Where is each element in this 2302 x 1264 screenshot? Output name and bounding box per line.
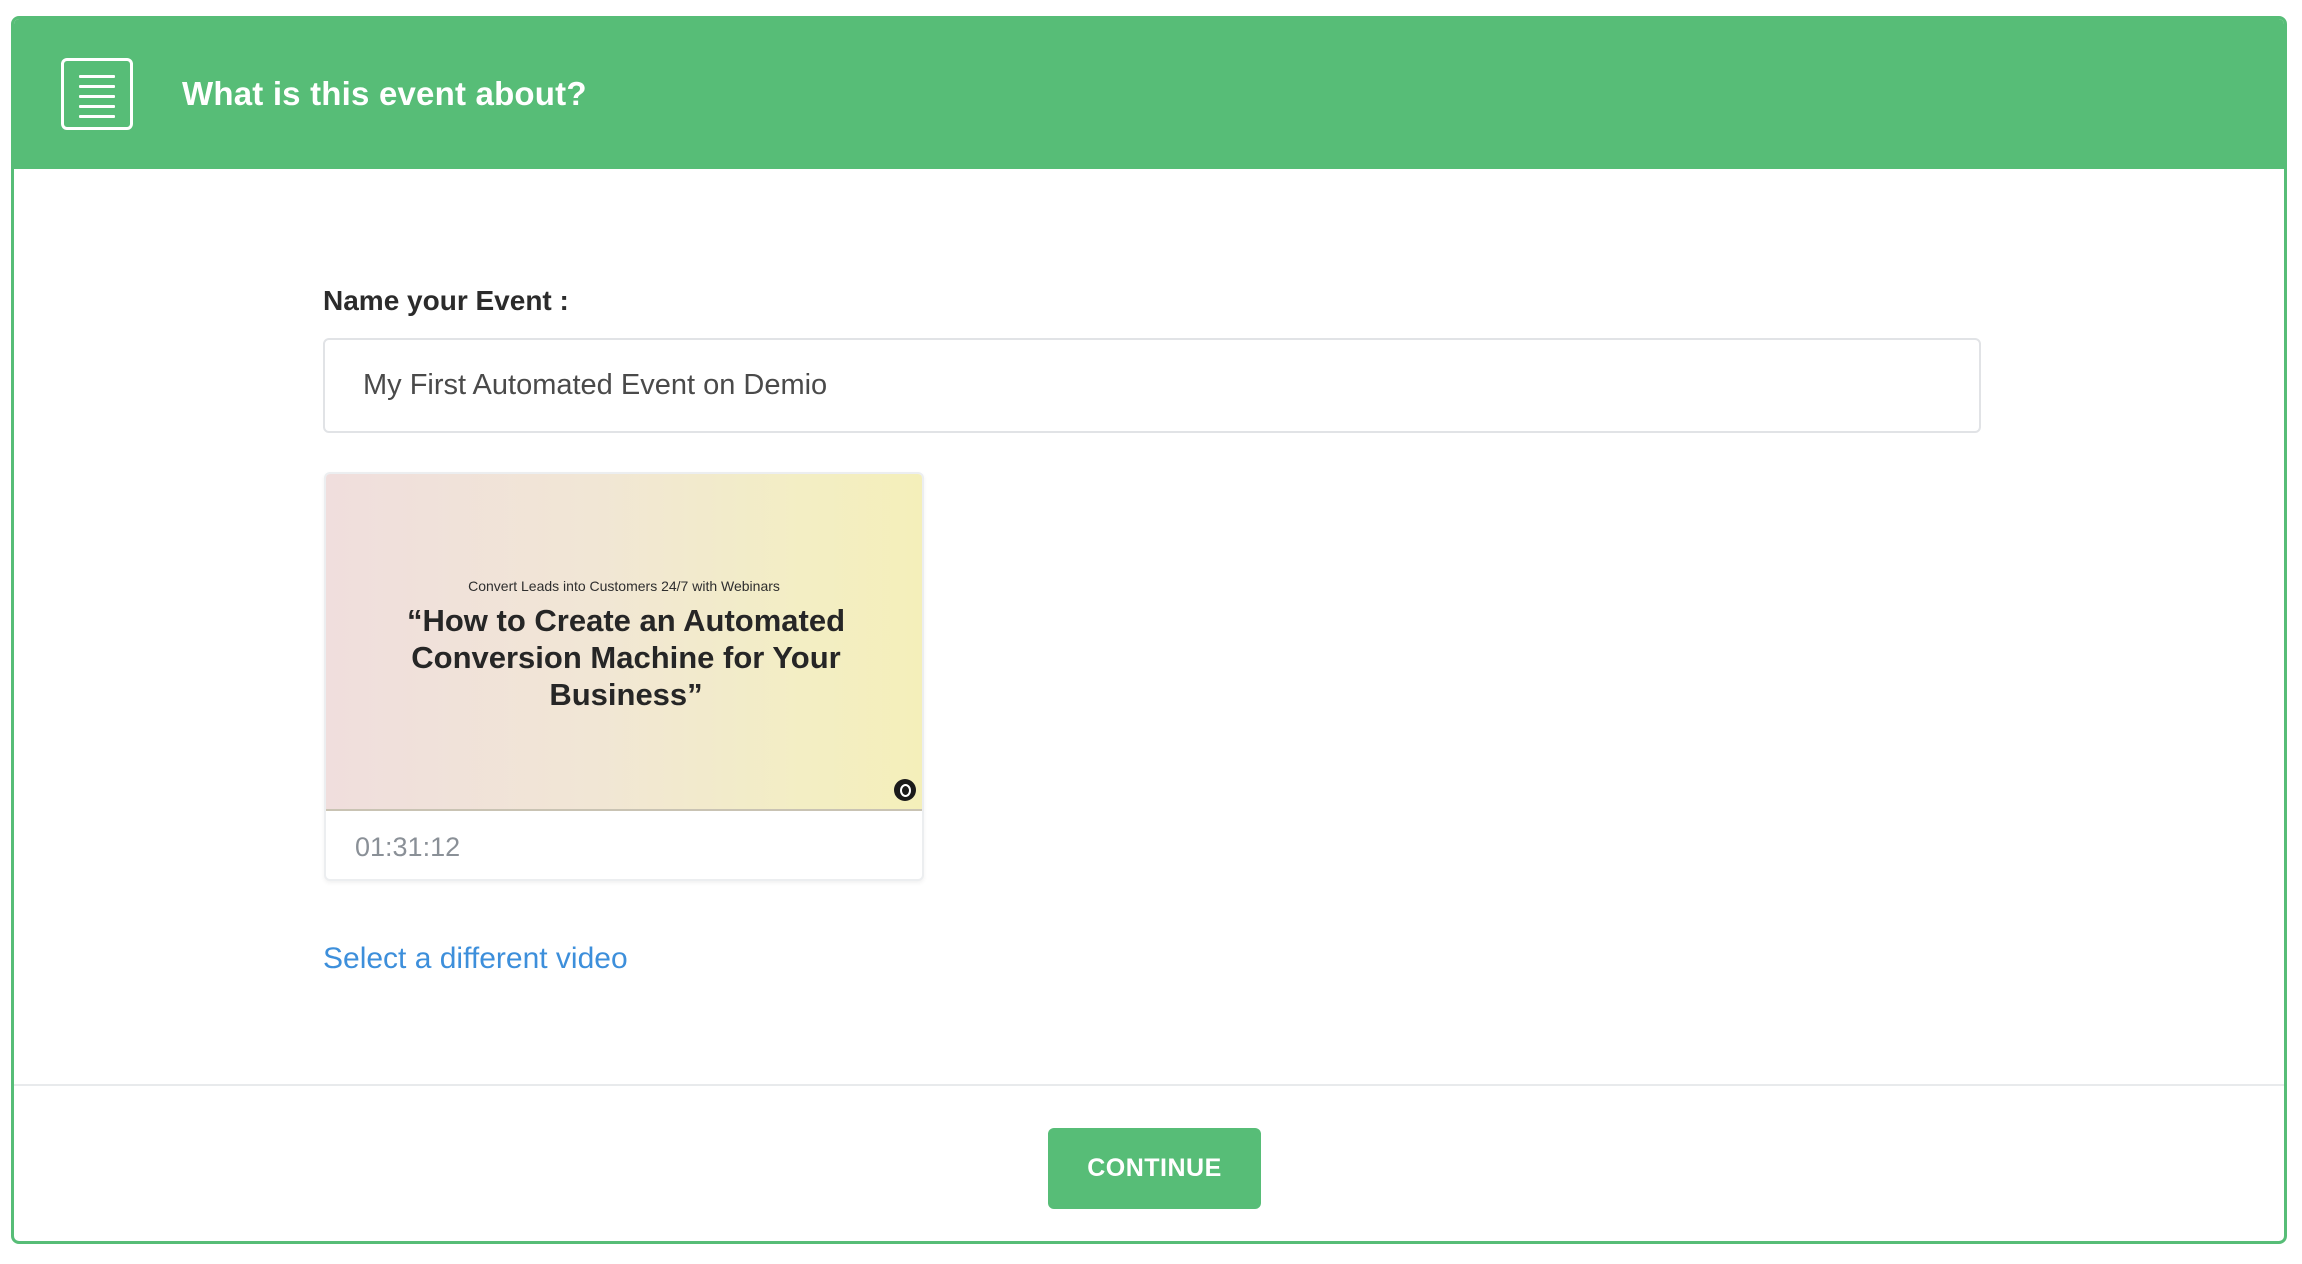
video-card[interactable]: Convert Leads into Customers 24/7 with W… [324, 472, 924, 881]
video-duration: 01:31:12 [355, 832, 461, 862]
select-different-video-link[interactable]: Select a different video [323, 942, 628, 976]
thumbnail-subtitle: Convert Leads into Customers 24/7 with W… [468, 578, 780, 594]
footer-divider [14, 1084, 2284, 1086]
event-setup-panel: What is this event about? Name your Even… [11, 16, 2287, 1244]
page-title: What is this event about? [182, 75, 587, 112]
thumbnail-title: “How to Create an Automated Conversion M… [406, 603, 846, 712]
event-name-label: Name your Event : [323, 285, 569, 316]
demio-logo-icon [894, 779, 916, 801]
panel-header: What is this event about? [14, 19, 2284, 169]
continue-button[interactable]: CONTINUE [1048, 1128, 1261, 1209]
event-name-input[interactable] [323, 338, 1981, 433]
video-thumbnail: Convert Leads into Customers 24/7 with W… [326, 474, 922, 811]
menu-icon[interactable] [61, 58, 133, 130]
